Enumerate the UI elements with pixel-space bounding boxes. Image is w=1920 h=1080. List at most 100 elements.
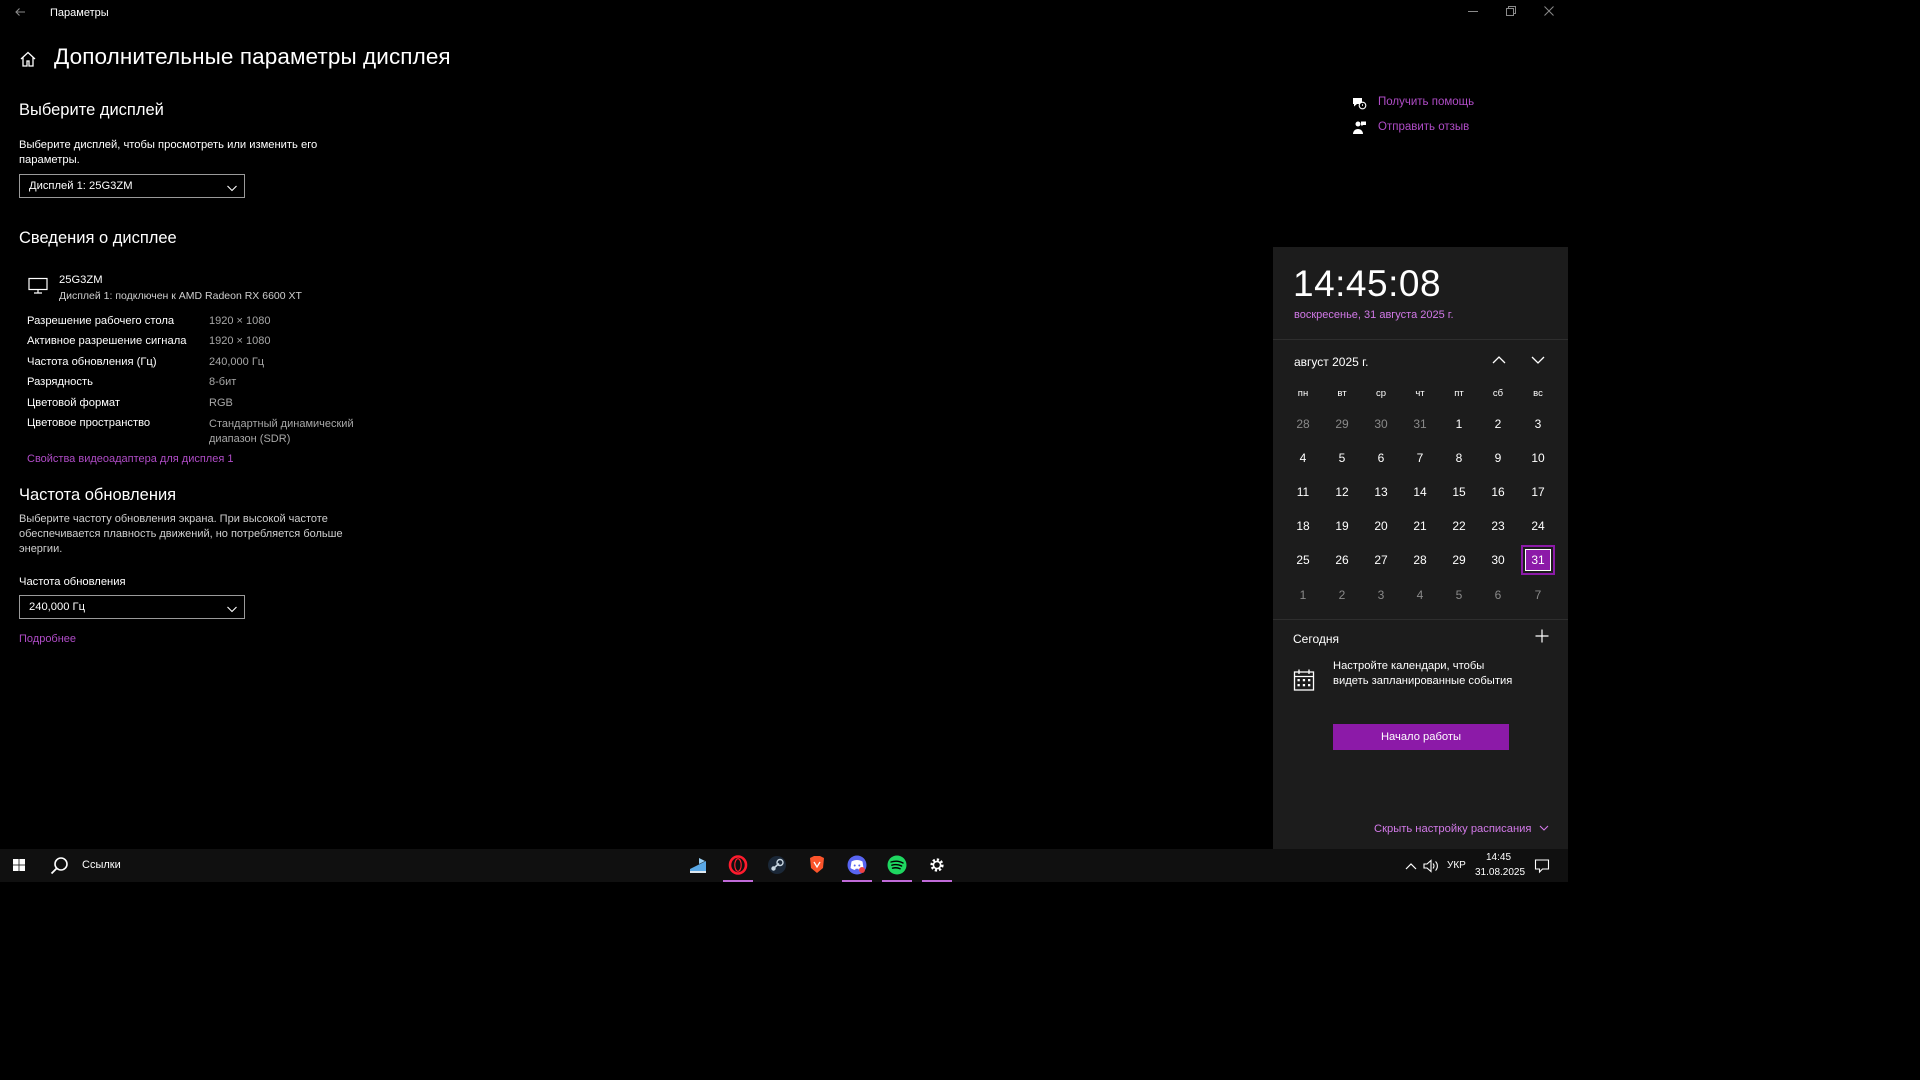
notifications-icon[interactable] <box>1533 857 1551 875</box>
home-icon[interactable] <box>19 50 37 68</box>
calendar-day[interactable]: 23 <box>1483 513 1513 539</box>
today-label: Сегодня <box>1293 632 1339 646</box>
volume-icon[interactable] <box>1422 858 1440 874</box>
calendar-day[interactable]: 3 <box>1523 411 1553 437</box>
info-value-bit-depth: 8-бит <box>209 376 237 388</box>
calendar-day[interactable]: 4 <box>1288 445 1318 471</box>
opera-icon[interactable] <box>719 849 757 882</box>
calendar-day[interactable]: 12 <box>1327 479 1357 505</box>
calendar-day[interactable]: 9 <box>1483 445 1513 471</box>
title-bar: Параметры <box>0 0 1568 28</box>
calendar-day[interactable]: 3 <box>1366 582 1396 608</box>
calendar-day[interactable]: 8 <box>1444 445 1474 471</box>
calendar-day[interactable]: 22 <box>1444 513 1474 539</box>
start-button[interactable] <box>0 849 38 882</box>
calendar-day[interactable]: 18 <box>1288 513 1318 539</box>
minimize-button[interactable] <box>1458 4 1488 22</box>
discord-icon[interactable] <box>838 849 876 882</box>
calendar-day[interactable]: 6 <box>1483 582 1513 608</box>
calendar-day[interactable]: 13 <box>1366 479 1396 505</box>
calendar-day[interactable]: 28 <box>1288 411 1318 437</box>
calendar-day[interactable]: 31 <box>1405 411 1435 437</box>
calendar-day[interactable]: 2 <box>1327 582 1357 608</box>
taskbar: Ссылки УКР 14:45 31.08.2025 <box>0 849 1568 882</box>
chevron-down-icon[interactable] <box>1529 351 1547 369</box>
calendar-day[interactable]: 27 <box>1366 547 1396 573</box>
calendar-day[interactable]: 16 <box>1483 479 1513 505</box>
display-info-heading: Сведения о дисплее <box>19 229 177 247</box>
learn-more-link[interactable]: Подробнее <box>19 633 76 645</box>
info-value-color-space: Стандартный динамический диапазон (SDR) <box>209 418 354 445</box>
help-chat-icon <box>1351 95 1367 111</box>
get-help-link[interactable]: Получить помощь <box>1378 96 1474 108</box>
running-indicator <box>922 880 952 882</box>
calendar-day[interactable]: 5 <box>1327 445 1357 471</box>
display-select-dropdown[interactable]: Дисплей 1: 25G3ZM <box>19 174 245 198</box>
spotify-icon[interactable] <box>878 849 916 882</box>
calendar-day[interactable]: 21 <box>1405 513 1435 539</box>
chevron-up-icon[interactable] <box>1490 351 1508 369</box>
refresh-rate-description: Выберите частоту обновления экрана. При … <box>19 513 343 555</box>
chevron-down-icon <box>1539 825 1548 831</box>
search-icon[interactable] <box>40 849 78 882</box>
restore-button[interactable] <box>1496 4 1526 22</box>
calendar-day[interactable]: 28 <box>1405 547 1435 573</box>
calendar-day[interactable]: 5 <box>1444 582 1474 608</box>
calendar-day[interactable]: 19 <box>1327 513 1357 539</box>
calendar-day[interactable]: 25 <box>1288 547 1318 573</box>
calendar-day[interactable]: 6 <box>1366 445 1396 471</box>
calendar-day[interactable]: 1 <box>1288 582 1318 608</box>
calendar-day[interactable]: 29 <box>1444 547 1474 573</box>
month-label[interactable]: август 2025 г. <box>1294 355 1368 369</box>
weekday-sun: вс <box>1533 388 1543 399</box>
send-feedback-link[interactable]: Отправить отзыв <box>1378 121 1469 133</box>
info-label-refresh-rate: Частота обновления (Гц) <box>27 356 157 368</box>
info-label-desktop-resolution: Разрешение рабочего стола <box>27 315 175 327</box>
add-event-icon[interactable] <box>1533 627 1551 645</box>
calendar-day[interactable]: 7 <box>1405 445 1435 471</box>
calendar-day[interactable]: 2 <box>1483 411 1513 437</box>
steam-icon[interactable] <box>758 849 796 882</box>
adapter-properties-link[interactable]: Свойства видеоадаптера для дисплея 1 <box>27 453 233 465</box>
brave-icon[interactable] <box>798 849 836 882</box>
calendar-day-today[interactable]: 31 <box>1521 545 1555 575</box>
display-select-value: Дисплей 1: 25G3ZM <box>29 180 133 192</box>
close-button[interactable] <box>1534 4 1564 22</box>
pinned-app-icon[interactable] <box>679 849 717 882</box>
calendar-day[interactable]: 20 <box>1366 513 1396 539</box>
calendar-day[interactable]: 4 <box>1405 582 1435 608</box>
weekday-thu: чт <box>1415 388 1425 399</box>
search-box-text[interactable]: Ссылки <box>82 859 121 871</box>
calendar-day[interactable]: 24 <box>1523 513 1553 539</box>
calendar-day[interactable]: 30 <box>1366 411 1396 437</box>
calendar-day[interactable]: 29 <box>1327 411 1357 437</box>
running-indicator <box>723 880 753 882</box>
calendar-day[interactable]: 17 <box>1523 479 1553 505</box>
info-label-bit-depth: Разрядность <box>27 376 93 388</box>
taskbar-date[interactable]: 31.08.2025 <box>1475 867 1525 878</box>
calendar-day[interactable]: 15 <box>1444 479 1474 505</box>
weekday-tue: вт <box>1337 388 1347 399</box>
settings-gear-icon[interactable] <box>918 849 956 882</box>
hide-agenda-label: Скрыть настройку расписания <box>1374 823 1532 835</box>
weekday-wed: ср <box>1375 388 1387 399</box>
info-value-active-resolution: 1920 × 1080 <box>209 335 271 347</box>
flyout-clock: 14:45:08 <box>1293 263 1442 304</box>
calendar-day[interactable]: 14 <box>1405 479 1435 505</box>
get-started-button[interactable]: Начало работы <box>1333 724 1509 750</box>
calendar-day[interactable]: 26 <box>1327 547 1357 573</box>
calendar-day[interactable]: 1 <box>1444 411 1474 437</box>
hide-agenda-link[interactable]: Скрыть настройку расписания <box>1374 823 1549 835</box>
tray-chevron-up-icon[interactable] <box>1403 858 1419 874</box>
back-arrow-icon[interactable] <box>10 4 30 22</box>
refresh-rate-dropdown[interactable]: 240,000 Гц <box>19 595 245 619</box>
calendar-day[interactable]: 7 <box>1523 582 1553 608</box>
taskbar-time[interactable]: 14:45 <box>1486 852 1511 863</box>
monitor-connection: Дисплей 1: подключен к AMD Radeon RX 660… <box>59 290 302 302</box>
calendar-icon <box>1293 668 1315 692</box>
language-indicator[interactable]: УКР <box>1447 860 1466 871</box>
calendar-day[interactable]: 10 <box>1523 445 1553 471</box>
calendar-day[interactable]: 11 <box>1288 479 1318 505</box>
flyout-date-link[interactable]: воскресенье, 31 августа 2025 г. <box>1294 309 1454 321</box>
calendar-day[interactable]: 30 <box>1483 547 1513 573</box>
